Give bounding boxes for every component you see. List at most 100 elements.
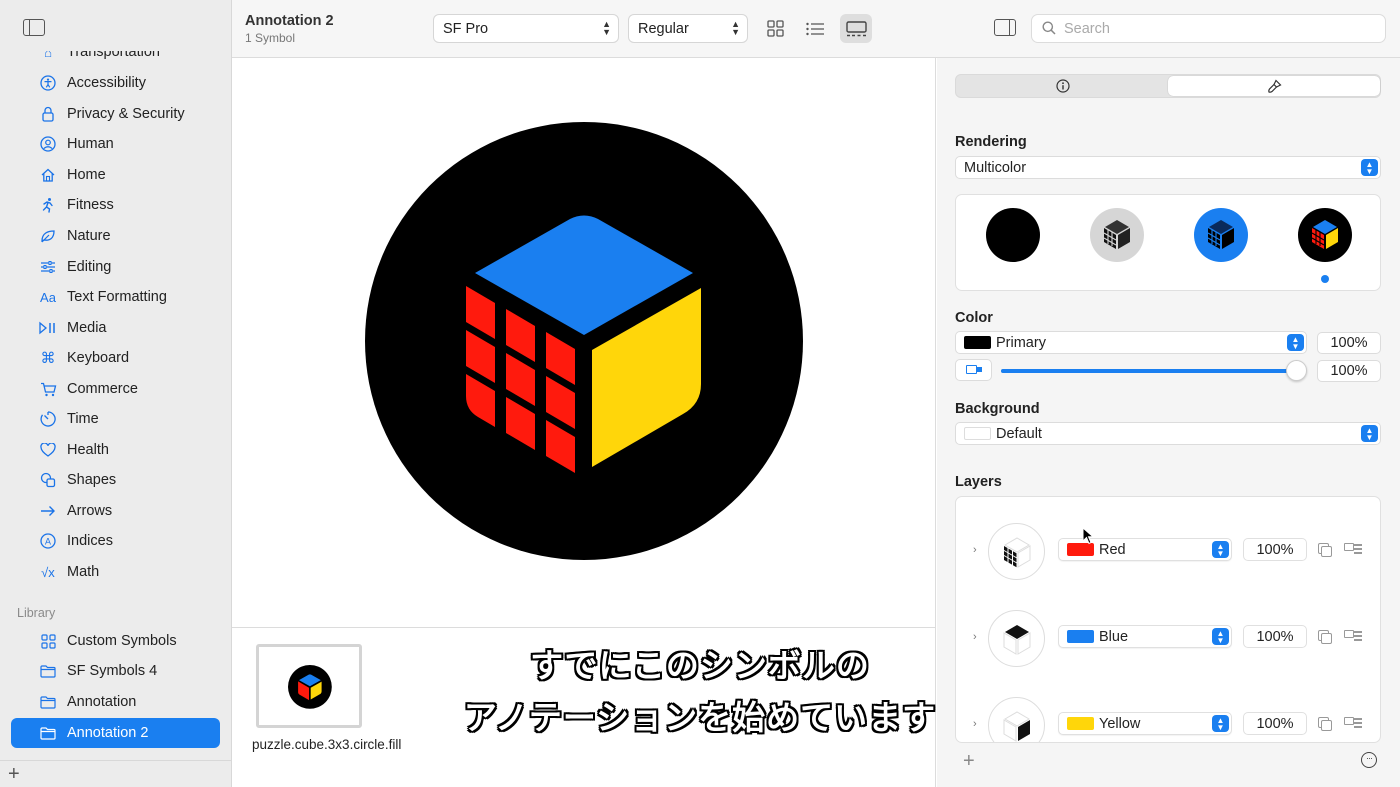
symbol-thumbnail[interactable]	[256, 644, 362, 728]
gallery-view-button[interactable]	[840, 14, 872, 43]
sidebar-item-arrows[interactable]: Arrows	[11, 496, 220, 526]
slider-opacity-field[interactable]: 100%	[1317, 360, 1381, 382]
sidebar-item-indices[interactable]: A Indices	[11, 526, 220, 556]
rubiks-cube-symbol	[365, 122, 803, 560]
font-popup[interactable]: SF Pro ▲ ▼	[433, 14, 619, 43]
sidebar-item-custom-symbols[interactable]: Custom Symbols	[11, 626, 220, 656]
sidebar-item-media[interactable]: Media	[11, 313, 220, 343]
sidebar-item-time[interactable]: Time	[11, 404, 220, 434]
sidebar-item-annotation[interactable]: Annotation	[11, 687, 220, 717]
sidebar-item-home[interactable]: Home	[11, 160, 220, 190]
sidebar-item-keyboard[interactable]: ⌘ Keyboard	[11, 343, 220, 373]
add-layer-button[interactable]: +	[963, 751, 975, 771]
rendering-mode-select[interactable]: Multicolor ▲ ▼	[955, 156, 1381, 179]
add-collection-button[interactable]: +	[8, 764, 20, 784]
grid-view-button[interactable]	[759, 14, 791, 43]
house-icon	[39, 166, 57, 184]
layer-options-icon[interactable]	[1344, 630, 1362, 642]
palette-mode-button[interactable]	[1194, 208, 1248, 262]
cart-icon	[39, 380, 57, 398]
sidebar-item-shapes[interactable]: Shapes	[11, 465, 220, 495]
tab-info[interactable]	[957, 76, 1169, 96]
layer-color-name: Red	[1099, 541, 1126, 558]
inspector-toggle-icon[interactable]	[994, 19, 1016, 36]
layer-opacity-field[interactable]: 100%	[1243, 712, 1307, 735]
layer-row[interactable]: › Yellow ▲ ▼ 100%	[956, 695, 1380, 742]
search-field[interactable]	[1031, 14, 1386, 43]
mouse-cursor-icon	[1082, 527, 1094, 545]
sidebar-item-math[interactable]: √x Math	[11, 557, 220, 587]
layer-color-select[interactable]: Yellow ▲ ▼	[1058, 712, 1232, 735]
layer-row[interactable]: › Red ▲ ▼ 100%	[956, 521, 1380, 581]
layer-opacity-field[interactable]: 100%	[1243, 625, 1307, 648]
multicolor-mode-button[interactable]	[1298, 208, 1352, 262]
disclosure-chevron-icon[interactable]: ›	[973, 544, 977, 556]
symbol-thumbnail-label: puzzle.cube.3x3.circle.fill	[252, 737, 402, 752]
playpause-icon	[39, 319, 57, 337]
command-icon: ⌘	[40, 350, 56, 367]
layer-opacity-field[interactable]: 100%	[1243, 538, 1307, 561]
list-view-button[interactable]	[799, 14, 831, 43]
disclosure-chevron-icon[interactable]: ›	[973, 718, 977, 730]
opacity-mode-icon[interactable]	[955, 359, 992, 381]
slider-icon	[39, 258, 57, 276]
color-opacity-field[interactable]: 100%	[1317, 332, 1381, 354]
sidebar-item-human[interactable]: Human	[11, 129, 220, 159]
grid-icon	[39, 632, 57, 650]
cube-multicolor-icon	[1311, 220, 1338, 249]
opacity-slider-knob[interactable]	[1286, 360, 1307, 381]
disclosure-chevron-icon[interactable]: ›	[973, 631, 977, 643]
inspector-panel: Rendering Multicolor ▲ ▼ Color Primary ▲ ▼…	[937, 58, 1400, 787]
opacity-slider-fill	[1001, 369, 1296, 373]
sidebar-item-nature[interactable]: Nature	[11, 221, 220, 251]
color-swatch	[964, 336, 991, 349]
leaf-icon	[39, 227, 57, 245]
layer-preview	[988, 523, 1045, 580]
layer-options-icon[interactable]	[1344, 717, 1362, 729]
duplicate-icon[interactable]	[1318, 543, 1332, 557]
search-input[interactable]	[1064, 19, 1364, 39]
sidebar-item-sf-symbols-4[interactable]: SF Symbols 4	[11, 656, 220, 686]
more-options-icon[interactable]: ···	[1361, 752, 1377, 768]
background-swatch	[964, 427, 991, 440]
duplicate-icon[interactable]	[1318, 717, 1332, 731]
sidebar-item-annotation-2[interactable]: Annotation 2	[11, 718, 220, 748]
duplicate-icon[interactable]	[1318, 630, 1332, 644]
shapes-icon	[39, 471, 57, 489]
selected-mode-indicator	[1321, 275, 1329, 283]
squareroot-icon: √x	[41, 564, 55, 580]
layer-row[interactable]: › Blue ▲ ▼ 100%	[956, 608, 1380, 668]
info-icon	[1056, 79, 1070, 93]
layer-color-swatch	[1067, 717, 1094, 730]
car-icon: ⌂	[44, 44, 52, 60]
sidebar-item-editing[interactable]: Editing	[11, 252, 220, 282]
layer-options-icon[interactable]	[1344, 543, 1362, 555]
sidebar-item-fitness[interactable]: Fitness	[11, 190, 220, 220]
person-icon	[39, 135, 57, 153]
symbol-count: 1 Symbol	[245, 31, 296, 45]
sidebar-item-transportation[interactable]: ⌂ Transportation	[11, 44, 220, 67]
sidebar-item-health[interactable]: Health	[11, 435, 220, 465]
background-select[interactable]: Default ▲ ▼	[955, 422, 1381, 445]
monochrome-mode-button[interactable]	[986, 208, 1040, 262]
tab-rendering[interactable]	[1168, 76, 1380, 96]
hierarchical-mode-button[interactable]	[1090, 208, 1144, 262]
textformat-icon: Aa	[40, 289, 56, 305]
color-select-value: Primary	[996, 334, 1046, 351]
opacity-slider[interactable]	[1001, 369, 1296, 373]
sidebar: ⌂ Transportation Accessibility Privacy & …	[0, 0, 232, 787]
layer-color-select[interactable]: Blue ▲ ▼	[1058, 625, 1232, 648]
sidebar-item-commerce[interactable]: Commerce	[11, 374, 220, 404]
font-popup-value: SF Pro	[443, 20, 489, 37]
updown-chevron-icon: ▲ ▼	[1287, 334, 1304, 351]
library-section-title: Library	[17, 606, 56, 620]
sidebar-item-privacy-security[interactable]: Privacy & Security	[11, 99, 220, 129]
weight-popup[interactable]: Regular ▲ ▼	[628, 14, 748, 43]
sidebar-item-accessibility[interactable]: Accessibility	[11, 68, 220, 98]
subtitle-line-1: すでにこのシンボルの	[530, 646, 870, 685]
background-title: Background	[955, 401, 1040, 417]
video-subtitle: すでにこのシンボルの アノテーションを始めています	[445, 640, 955, 744]
sidebar-item-text-formatting[interactable]: Aa Text Formatting	[11, 282, 220, 312]
color-select[interactable]: Primary ▲ ▼	[955, 331, 1307, 354]
sidebar-toggle-icon[interactable]	[23, 19, 45, 36]
